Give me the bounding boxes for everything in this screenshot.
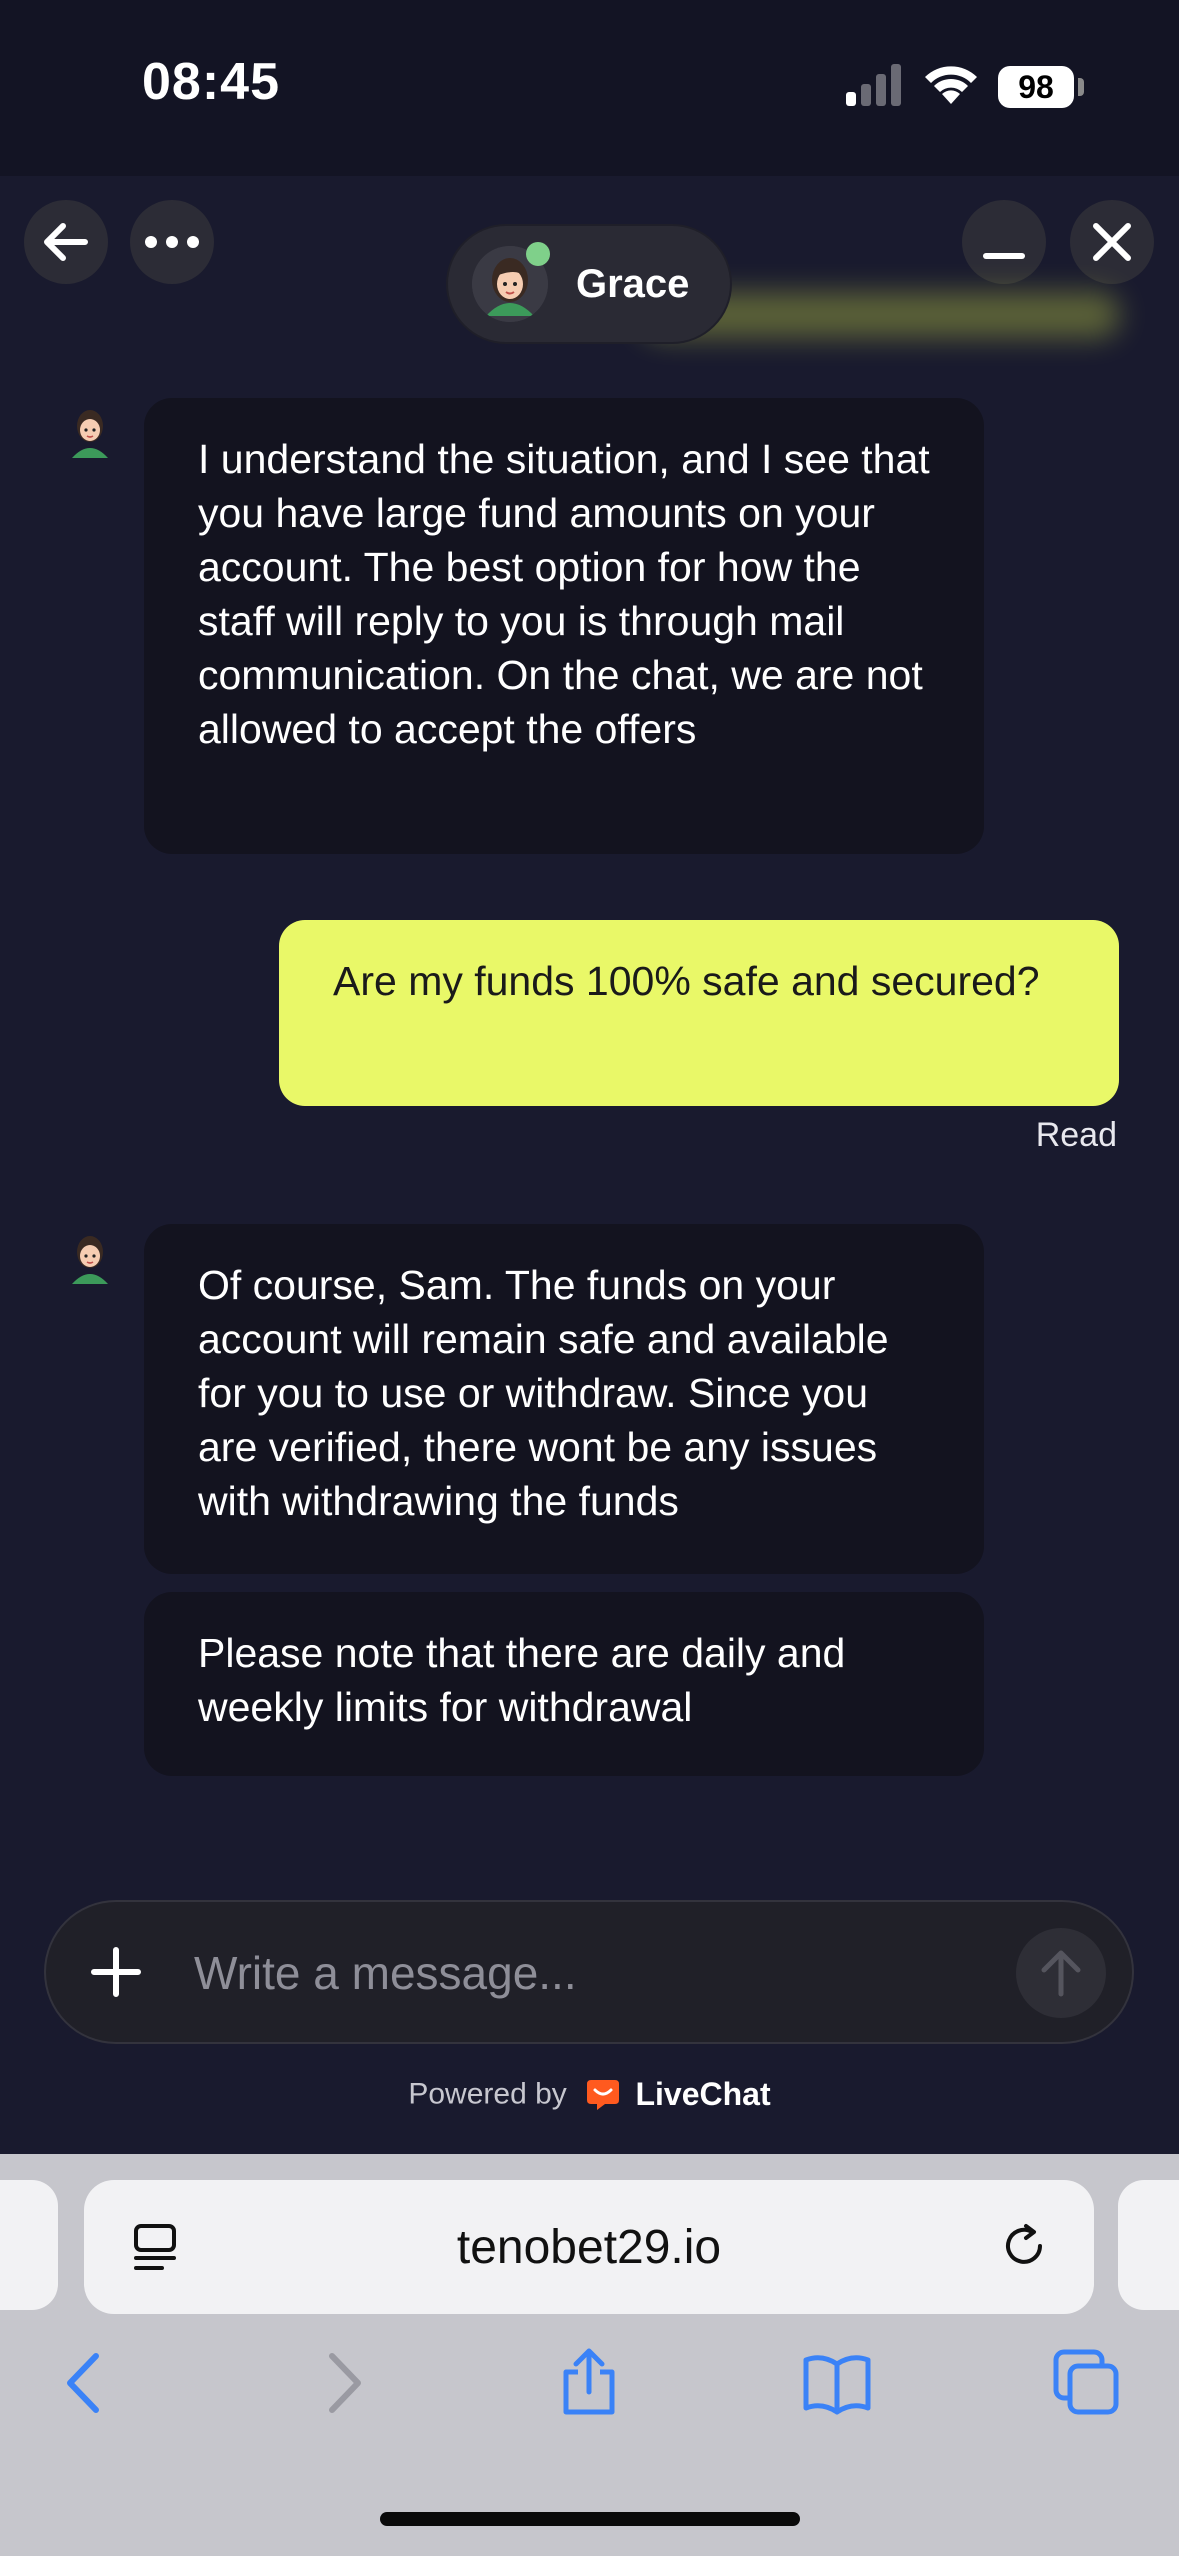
user-message-bubble: Are my funds 100% safe and secured? (279, 920, 1119, 1106)
powered-by-label: Powered by (408, 2077, 567, 2111)
agent-message-bubble: I understand the situation, and I see th… (144, 398, 984, 854)
message-input[interactable] (192, 1936, 1036, 2010)
agent-message-avatar-icon (72, 410, 108, 458)
share-icon[interactable] (554, 2348, 624, 2418)
arrow-left-icon (44, 223, 88, 261)
status-time: 08:45 (142, 53, 280, 111)
agent-message-bubble: Of course, Sam. The funds on your accoun… (144, 1224, 984, 1574)
wifi-icon (925, 66, 977, 104)
minimize-icon (983, 253, 1025, 259)
url-text: tenobet29.io (456, 2221, 722, 2274)
ellipsis-icon (145, 236, 199, 248)
battery-level: 98 (998, 66, 1074, 108)
status-bar: 08:45 98 (0, 0, 1179, 176)
agent-name: Grace (576, 262, 690, 306)
more-options-button[interactable] (130, 200, 214, 284)
arrow-up-icon (1041, 1950, 1081, 1997)
next-tab-preview[interactable] (1118, 2180, 1179, 2310)
agent-message-bubble: Please note that there are daily and wee… (144, 1592, 984, 1776)
powered-by-footer[interactable]: Powered by LiveChat (0, 2076, 1179, 2113)
bookmarks-icon[interactable] (802, 2348, 872, 2418)
cellular-signal-icon (846, 64, 901, 106)
browser-back-icon[interactable] (52, 2348, 122, 2418)
close-icon (1093, 223, 1131, 261)
agent-info-pill[interactable]: Grace (448, 226, 730, 342)
livechat-logo-icon (587, 2079, 620, 2110)
send-button[interactable] (1016, 1928, 1106, 2018)
livechat-brand: LiveChat (635, 2076, 771, 2112)
close-button[interactable] (1070, 200, 1154, 284)
tabs-icon[interactable] (1052, 2348, 1122, 2418)
browser-forward-icon[interactable] (306, 2348, 376, 2418)
livechat-screen: 08:45 98 Grace I understand the situatio… (0, 0, 1179, 2556)
battery-nub (1078, 78, 1084, 96)
add-attachment-button[interactable] (82, 1938, 150, 2006)
message-composer (46, 1902, 1132, 2042)
back-button[interactable] (24, 200, 108, 284)
agent-message-avatar-icon (72, 1236, 108, 1284)
online-status-dot (526, 242, 550, 266)
address-bar[interactable]: tenobet29.io (84, 2180, 1094, 2314)
read-receipt: Read (1035, 1116, 1117, 1154)
plus-icon (91, 1947, 141, 1997)
reload-icon[interactable] (998, 2220, 1050, 2272)
previous-tab-preview[interactable] (0, 2180, 58, 2310)
home-indicator[interactable] (380, 2512, 800, 2526)
minimize-button[interactable] (962, 200, 1046, 284)
